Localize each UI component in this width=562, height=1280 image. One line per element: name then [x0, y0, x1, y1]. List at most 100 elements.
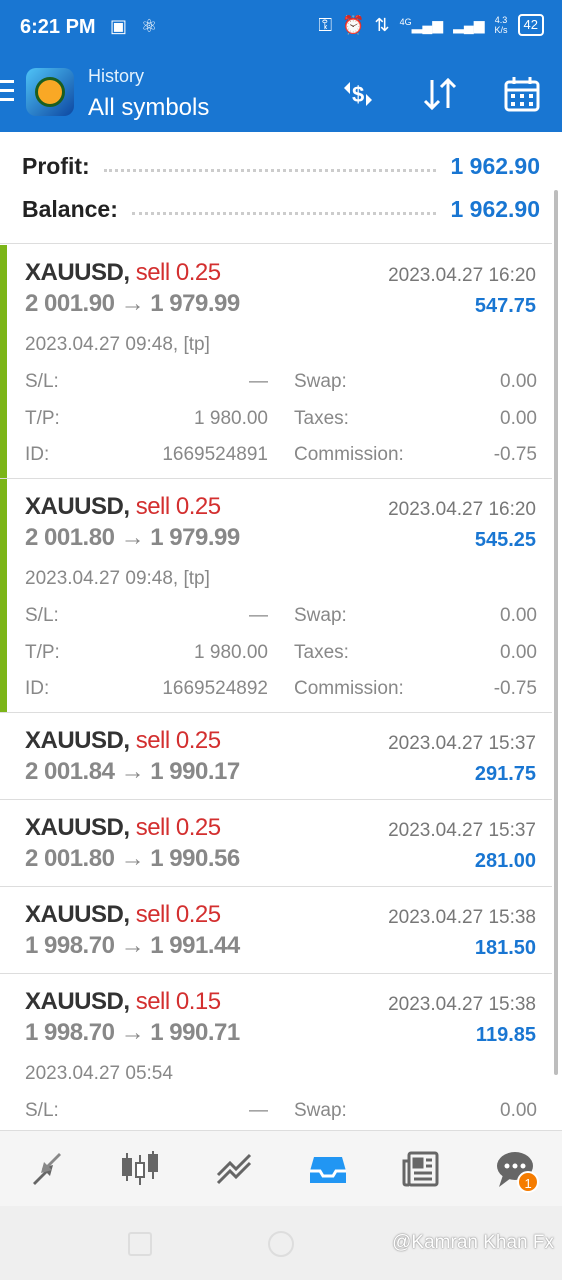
taxes-value: 0.00	[500, 407, 537, 429]
trade-profit: 545.25	[474, 529, 536, 551]
commission-label: Commission:	[294, 444, 404, 465]
trade-accent-bar	[0, 479, 7, 712]
commission-label: Commission:	[294, 678, 404, 699]
trade-symbol: XAUUSD,	[25, 727, 130, 754]
trade-close-time: 2023.04.27 15:38	[388, 994, 536, 1015]
swap-value: 0.00	[500, 1100, 537, 1121]
trade-side: sell 0.25	[135, 727, 221, 754]
trade-item[interactable]: XAUUSD, sell 0.25 2023.04.27 16:20 2 001…	[0, 245, 552, 479]
signal-icon: 4G▂▄▆	[399, 16, 444, 33]
id-value: 1669524892	[162, 678, 268, 699]
trade-list[interactable]: XAUUSD, sell 0.25 2023.04.27 16:20 2 001…	[0, 245, 552, 1130]
trade-side: sell 0.15	[135, 988, 221, 1015]
trade-item[interactable]: XAUUSD, sell 0.25 2023.04.27 16:20 2 001…	[0, 479, 552, 713]
menu-icon[interactable]	[0, 80, 14, 102]
battery-icon: 42	[517, 14, 544, 36]
trade-symbol: XAUUSD,	[25, 901, 130, 928]
net-unit: K/s	[494, 25, 508, 35]
tp-label: T/P:	[25, 407, 60, 429]
sl-label: S/L:	[25, 371, 59, 392]
sl-value: —	[249, 605, 268, 626]
trade-prices: 2 001.80 → 1 990.56	[25, 845, 240, 872]
home-button[interactable]	[268, 1231, 294, 1257]
symbol-filter-title[interactable]: All symbols	[88, 94, 209, 122]
sl-value: —	[249, 371, 268, 392]
trade-open-time: 2023.04.27 05:54	[25, 1063, 173, 1084]
trade-symbol: XAUUSD,	[25, 814, 130, 841]
news-icon[interactable]	[391, 1139, 451, 1199]
trade-prices: 1 998.70 → 1 991.44	[25, 932, 240, 959]
id-label: ID:	[25, 678, 50, 699]
trade-close-time: 2023.04.27 15:37	[388, 820, 536, 841]
trade-prices: 2 001.90 → 1 979.99	[25, 290, 240, 317]
trade-details: S/L: — Swap: 0.00 T/P: 1 980.00 Taxes: 0.00 ID…	[25, 601, 537, 711]
taxes-label: Taxes:	[294, 641, 349, 663]
trade-item[interactable]: XAUUSD, sell 0.25 2023.04.27 15:37 2 001…	[0, 713, 552, 800]
trade-profit: 547.75	[474, 295, 536, 317]
trade-profit: 281.00	[474, 850, 536, 872]
summary-panel: Profit: 1 962.90 Balance: 1 962.90	[0, 132, 552, 244]
scrollbar[interactable]	[554, 190, 558, 1075]
calendar-icon[interactable]	[500, 72, 544, 116]
history-icon[interactable]	[298, 1139, 358, 1199]
trade-side: sell 0.25	[135, 493, 221, 520]
swap-label: Swap:	[294, 605, 347, 626]
swap-label: Swap:	[294, 1100, 347, 1121]
chart-icon[interactable]	[110, 1139, 170, 1199]
sl-label: S/L:	[25, 1100, 59, 1121]
app-bar: History All symbols $	[0, 56, 562, 132]
trade-close-time: 2023.04.27 15:38	[388, 907, 536, 928]
trade-icon[interactable]	[204, 1139, 264, 1199]
trade-details: S/L: — Swap: 0.00	[25, 1096, 537, 1130]
trade-symbol: XAUUSD,	[25, 259, 130, 286]
watermark: @Kamran Khan Fx	[392, 1232, 554, 1253]
balance-label: Balance:	[22, 195, 118, 222]
trade-symbol: XAUUSD,	[25, 988, 130, 1015]
recents-button[interactable]	[128, 1232, 152, 1256]
atom-icon: ⚛	[141, 16, 158, 36]
status-time: 6:21 PM	[20, 16, 96, 38]
system-nav: @Kamran Khan Fx	[0, 1206, 562, 1280]
trade-side: sell 0.25	[135, 259, 221, 286]
trade-close-time: 2023.04.27 16:20	[388, 265, 536, 286]
battery-level: 42	[523, 17, 538, 32]
svg-text:$: $	[352, 82, 364, 107]
id-value: 1669524891	[162, 444, 268, 465]
id-label: ID:	[25, 444, 50, 465]
trade-accent-bar	[0, 245, 7, 478]
status-bar: 6:21 PM ▣ ⚛ ⚿ ⏰ ⇅ 4G▂▄▆ ▂▄▆ 4.3 K/s 42	[0, 0, 562, 56]
trade-profit: 119.85	[475, 1024, 536, 1046]
network-type: 4G	[399, 16, 412, 27]
trade-open-time: 2023.04.27 09:48, [tp]	[25, 334, 210, 355]
trade-details: S/L: — Swap: 0.00 T/P: 1 980.00 Taxes: 0.00 ID…	[25, 367, 537, 477]
bottom-nav: 1	[0, 1130, 562, 1206]
sl-label: S/L:	[25, 605, 59, 626]
app-subtitle: History	[88, 66, 145, 86]
trade-item[interactable]: XAUUSD, sell 0.25 2023.04.27 15:38 1 998…	[0, 887, 552, 974]
currency-exchange-icon[interactable]: $	[336, 72, 380, 116]
swap-label: Swap:	[294, 371, 347, 392]
profit-value: 1 962.90	[450, 152, 540, 179]
trade-prices: 1 998.70 → 1 990.71	[25, 1019, 240, 1046]
trade-prices: 2 001.84 → 1 990.17	[25, 758, 240, 785]
sl-value: —	[249, 1100, 268, 1121]
trade-open-time: 2023.04.27 09:48, [tp]	[25, 568, 210, 589]
notification-app-icon: ▣	[110, 16, 128, 36]
swap-value: 0.00	[500, 605, 537, 626]
quotes-icon[interactable]	[17, 1139, 77, 1199]
trade-side: sell 0.25	[135, 814, 221, 841]
trade-item[interactable]: XAUUSD, sell 0.15 2023.04.27 15:38 1 998…	[0, 974, 552, 1130]
trade-profit: 291.75	[474, 763, 536, 785]
alarm-icon: ⏰	[342, 14, 365, 35]
net-speed: 4.3	[494, 15, 508, 25]
taxes-value: 0.00	[500, 641, 537, 663]
signal-2-icon: ▂▄▆	[453, 16, 485, 33]
tp-value: 1 980.00	[194, 641, 268, 663]
trade-item[interactable]: XAUUSD, sell 0.25 2023.04.27 15:37 2 001…	[0, 800, 552, 887]
balance-row: Balance: 1 962.90	[22, 192, 540, 226]
chat-icon[interactable]: 1	[485, 1139, 545, 1199]
app-logo	[26, 68, 74, 116]
chat-badge: 1	[517, 1170, 540, 1193]
vpn-key-icon: ⚿	[318, 14, 333, 35]
sort-icon[interactable]	[418, 72, 462, 116]
